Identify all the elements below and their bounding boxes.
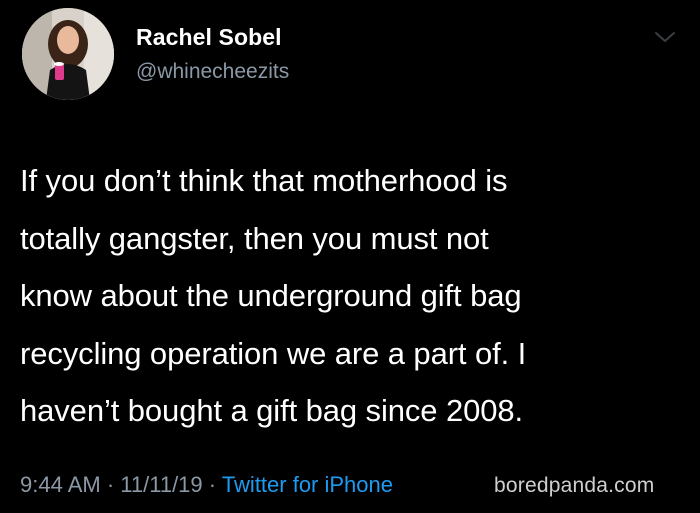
watermark: boredpanda.com bbox=[494, 474, 655, 497]
meta-separator: · bbox=[100, 472, 121, 497]
avatar-image bbox=[22, 8, 114, 100]
meta-separator: · bbox=[202, 472, 222, 497]
user-handle[interactable]: @whinecheezits bbox=[136, 60, 289, 84]
chevron-down-icon[interactable] bbox=[650, 22, 680, 52]
avatar[interactable] bbox=[22, 8, 114, 100]
display-name[interactable]: Rachel Sobel bbox=[136, 24, 282, 51]
tweet-time[interactable]: 9:44 AM bbox=[20, 472, 101, 497]
tweet-source-link[interactable]: Twitter for iPhone bbox=[222, 472, 393, 497]
tweet-date[interactable]: 11/11/19 bbox=[120, 472, 202, 497]
tweet-meta: 9:44 AM · 11/11/19 · Twitter for iPhone bbox=[20, 472, 393, 498]
tweet-card: Rachel Sobel @whinecheezits If you don’t… bbox=[0, 0, 700, 513]
tweet-text: If you don’t think that motherhood is to… bbox=[20, 163, 527, 428]
